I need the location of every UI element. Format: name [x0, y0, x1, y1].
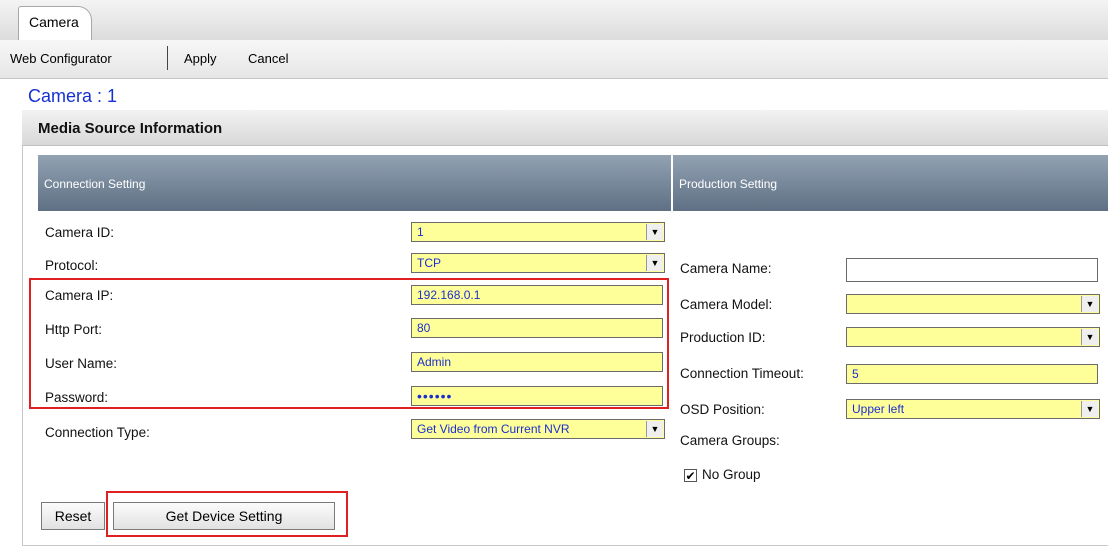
reset-button[interactable]: Reset — [41, 502, 105, 530]
web-configurator-button[interactable]: Web Configurator — [10, 51, 112, 66]
chevron-down-icon[interactable]: ▼ — [1081, 296, 1098, 312]
highlight-get-device-setting — [106, 491, 348, 537]
panel-header: Media Source Information — [22, 110, 1108, 146]
osd-position-select[interactable]: Upper left ▼ — [846, 399, 1100, 419]
connection-setting-label: Connection Setting — [44, 177, 146, 191]
camera-id-select[interactable]: 1 ▼ — [411, 222, 665, 242]
connection-timeout-label: Connection Timeout: — [680, 366, 804, 381]
checkmark-icon: ✔ — [685, 469, 696, 483]
protocol-value: TCP — [417, 256, 441, 270]
tab-camera-label: Camera — [29, 14, 79, 30]
osd-position-label: OSD Position: — [680, 402, 765, 417]
production-id-label: Production ID: — [680, 330, 766, 345]
toolbar-separator — [167, 46, 168, 70]
no-group-label: No Group — [702, 467, 761, 482]
camera-id-label: Camera ID: — [45, 225, 115, 240]
no-group-checkbox[interactable]: ✔ — [684, 469, 697, 482]
connection-timeout-field[interactable]: 5 — [846, 364, 1098, 384]
camera-id-value: 1 — [417, 225, 424, 239]
camera-groups-label: Camera Groups: — [680, 433, 780, 448]
camera-model-label: Camera Model: — [680, 297, 773, 312]
chevron-down-icon[interactable]: ▼ — [1081, 401, 1098, 417]
highlight-credentials — [29, 278, 669, 409]
production-setting-label: Production Setting — [679, 177, 778, 191]
page-title: Camera : 1 — [28, 86, 118, 106]
connection-type-select[interactable]: Get Video from Current NVR ▼ — [411, 419, 665, 439]
apply-button[interactable]: Apply — [184, 51, 217, 66]
cancel-button[interactable]: Cancel — [248, 51, 288, 66]
protocol-select[interactable]: TCP ▼ — [411, 253, 665, 273]
tab-bar — [0, 0, 1108, 41]
chevron-down-icon[interactable]: ▼ — [646, 255, 663, 271]
toolbar: Web Configurator Apply Cancel — [0, 40, 1108, 79]
connection-type-label: Connection Type: — [45, 425, 150, 440]
chevron-down-icon[interactable]: ▼ — [646, 224, 663, 240]
connection-timeout-value: 5 — [852, 367, 859, 381]
panel-title: Media Source Information — [38, 120, 223, 137]
osd-position-value: Upper left — [852, 402, 905, 416]
chevron-down-icon[interactable]: ▼ — [1081, 329, 1098, 345]
connection-type-value: Get Video from Current NVR — [417, 422, 570, 436]
tab-camera[interactable]: Camera — [18, 6, 92, 41]
camera-name-label: Camera Name: — [680, 261, 772, 276]
camera-model-select[interactable]: ▼ — [846, 294, 1100, 314]
production-id-select[interactable]: ▼ — [846, 327, 1100, 347]
camera-name-field[interactable] — [846, 258, 1098, 282]
chevron-down-icon[interactable]: ▼ — [646, 421, 663, 437]
protocol-label: Protocol: — [45, 258, 99, 273]
connection-setting-header: Connection Setting — [38, 155, 671, 211]
production-setting-header: Production Setting — [673, 155, 1108, 211]
